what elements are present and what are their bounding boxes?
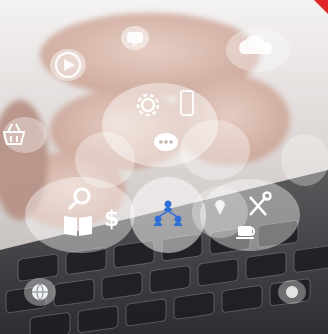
small-bubble-icon <box>286 286 298 298</box>
dollar-icon: $ <box>104 207 119 232</box>
speech-bubble-dots-icon <box>154 133 178 151</box>
coffee-cup-icon <box>236 226 256 239</box>
svg-text:$: $ <box>104 207 119 232</box>
background-photo: $ <box>0 0 328 334</box>
globe-icon <box>32 283 48 301</box>
photo-scene: $ <box>0 0 328 334</box>
corner-red-tag <box>314 0 328 14</box>
